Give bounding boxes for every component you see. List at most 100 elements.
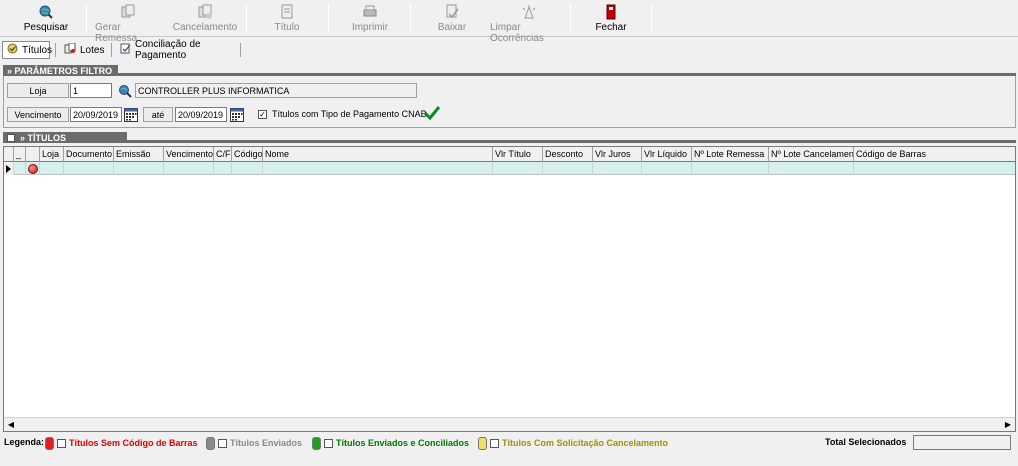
legend-item-cancelamento: Títulos Com Solicitação Cancelamento — [478, 436, 668, 450]
row-cell[interactable] — [114, 162, 164, 175]
table-row[interactable] — [4, 162, 1015, 175]
legend-filter-checkbox[interactable] — [57, 438, 66, 448]
legend-label: Títulos Com Solicitação Cancelamento — [502, 438, 669, 448]
legend-filter-checkbox[interactable] — [324, 438, 333, 448]
lotes-tab-icon — [64, 42, 76, 57]
loja-label-button[interactable]: Loja — [7, 83, 69, 98]
legend-item-enviados: Títulos Enviados — [206, 436, 302, 450]
imprimir-label: Imprimir — [351, 22, 389, 33]
row-cell[interactable] — [40, 162, 64, 175]
legend-label: Títulos Enviados e Conciliados — [336, 438, 470, 448]
col-lote-remessa[interactable]: Nº Lote Remessa — [692, 147, 769, 162]
tab-lotes-label: Lotes — [80, 44, 105, 56]
row-cell[interactable] — [263, 162, 493, 175]
legend-filter-checkbox[interactable] — [490, 438, 499, 448]
row-cell[interactable] — [769, 162, 854, 175]
row-pointer-icon — [4, 162, 14, 175]
col-vlr-liquido[interactable]: Vlr Líquido — [642, 147, 692, 162]
titulos-grid: _ Loja Documento Emissão Vencimento C/F … — [3, 146, 1016, 432]
col-select[interactable]: _ — [14, 147, 26, 162]
baixar-button[interactable]: Baixar — [434, 2, 470, 35]
row-cell[interactable] — [543, 162, 593, 175]
ate-label-button[interactable]: até — [143, 107, 173, 122]
row-cell[interactable] — [164, 162, 214, 175]
loja-input[interactable]: 1 — [70, 83, 112, 98]
col-status[interactable] — [26, 147, 40, 162]
horizontal-scrollbar[interactable]: ◀ ▶ — [4, 417, 1015, 431]
legend-filter-checkbox[interactable] — [218, 438, 227, 448]
cnab-checkbox-label: Títulos com Tipo de Pagamento CNAB — [272, 109, 427, 119]
tab-conciliacao[interactable]: Conciliação de Pagamento — [116, 39, 238, 61]
row-status-cell — [26, 162, 40, 175]
row-cell[interactable] — [214, 162, 232, 175]
imprimir-button[interactable]: Imprimir — [350, 2, 390, 35]
printer-icon — [362, 4, 378, 20]
col-codigo-barras[interactable]: Código de Barras — [854, 147, 1015, 162]
col-lote-cancelamento[interactable]: Nº Lote Cancelamento — [769, 147, 854, 162]
conciliacao-tab-icon — [120, 43, 131, 57]
select-all-checkbox[interactable] — [7, 133, 15, 142]
grid-header: _ Loja Documento Emissão Vencimento C/F … — [4, 147, 1015, 162]
col-indicator — [4, 147, 14, 162]
calendar-icon[interactable] — [124, 108, 138, 122]
scroll-left-icon[interactable]: ◀ — [4, 418, 18, 431]
legend-title: Legenda: — [4, 437, 45, 447]
tab-titulos-label: Títulos — [22, 44, 53, 56]
col-vlr-juros[interactable]: Vlr Juros — [593, 147, 642, 162]
baixar-label: Baixar — [437, 22, 467, 33]
total-selecionados-label: Total Selecionados — [825, 437, 907, 447]
gerar-remessa-button[interactable]: Gerar Remessa — [95, 2, 161, 44]
col-vencimento[interactable]: Vencimento — [164, 147, 214, 162]
col-vlr-titulo[interactable]: Vlr Título — [493, 147, 543, 162]
cancelamento-label: Cancelamento — [172, 22, 238, 33]
col-codigo[interactable]: Código — [232, 147, 263, 162]
legend-item-sem-codigo: Títulos Sem Código de Barras — [45, 436, 198, 450]
col-cf[interactable]: C/F — [214, 147, 232, 162]
titulos-tab-icon — [7, 43, 18, 57]
apply-check-icon[interactable] — [423, 104, 441, 125]
fechar-label: Fechar — [595, 22, 627, 33]
titulos-section-header: » TÍTULOS — [3, 132, 127, 143]
loja-search-icon[interactable] — [118, 84, 132, 101]
tab-titulos[interactable]: Títulos — [2, 41, 53, 59]
cancelamento-button[interactable]: Cancelamento — [172, 2, 238, 35]
cnab-checkbox[interactable]: ✓ — [258, 110, 267, 119]
row-cell[interactable] — [854, 162, 1015, 175]
col-loja[interactable]: Loja — [40, 147, 64, 162]
documents-icon — [120, 4, 136, 20]
row-cell[interactable] — [64, 162, 114, 175]
row-cell[interactable] — [692, 162, 769, 175]
limpar-ocorrencias-button[interactable]: Limpar Ocorrências — [490, 2, 568, 44]
calendar-icon[interactable] — [230, 108, 244, 122]
titulos-header-line — [127, 140, 1016, 143]
clear-icon — [521, 4, 537, 20]
titulo-button[interactable]: Título — [270, 2, 304, 35]
row-cell[interactable] — [593, 162, 642, 175]
vencimento-de-input[interactable]: 20/09/2019 — [70, 107, 122, 122]
legend-label: Títulos Enviados — [230, 438, 303, 448]
row-cell[interactable] — [493, 162, 543, 175]
total-selecionados-field — [913, 435, 1011, 450]
row-cell[interactable] — [642, 162, 692, 175]
vencimento-ate-input[interactable]: 20/09/2019 — [175, 107, 227, 122]
loja-nome-display: CONTROLLER PLUS INFORMATICA — [135, 83, 417, 98]
scroll-right-icon[interactable]: ▶ — [1001, 418, 1015, 431]
row-select-cell[interactable] — [14, 162, 26, 175]
legend-item-conciliados: Títulos Enviados e Conciliados — [312, 436, 469, 450]
titulo-label: Título — [274, 22, 300, 33]
gray-lamp-icon — [206, 436, 215, 450]
fechar-button[interactable]: Fechar — [592, 2, 630, 35]
row-cell[interactable] — [232, 162, 263, 175]
red-lamp-icon — [45, 436, 54, 450]
tab-lotes[interactable]: Lotes — [60, 41, 106, 59]
document-icon — [279, 4, 295, 20]
vencimento-label-button[interactable]: Vencimento — [7, 107, 69, 122]
col-emissao[interactable]: Emissão — [114, 147, 164, 162]
col-nome[interactable]: Nome — [263, 147, 493, 162]
pesquisar-button[interactable]: Pesquisar — [22, 2, 70, 35]
red-lamp-icon — [27, 163, 38, 174]
col-desconto[interactable]: Desconto — [543, 147, 593, 162]
documents-cancel-icon — [197, 4, 213, 20]
pesquisar-label: Pesquisar — [23, 22, 69, 33]
col-documento[interactable]: Documento — [64, 147, 114, 162]
